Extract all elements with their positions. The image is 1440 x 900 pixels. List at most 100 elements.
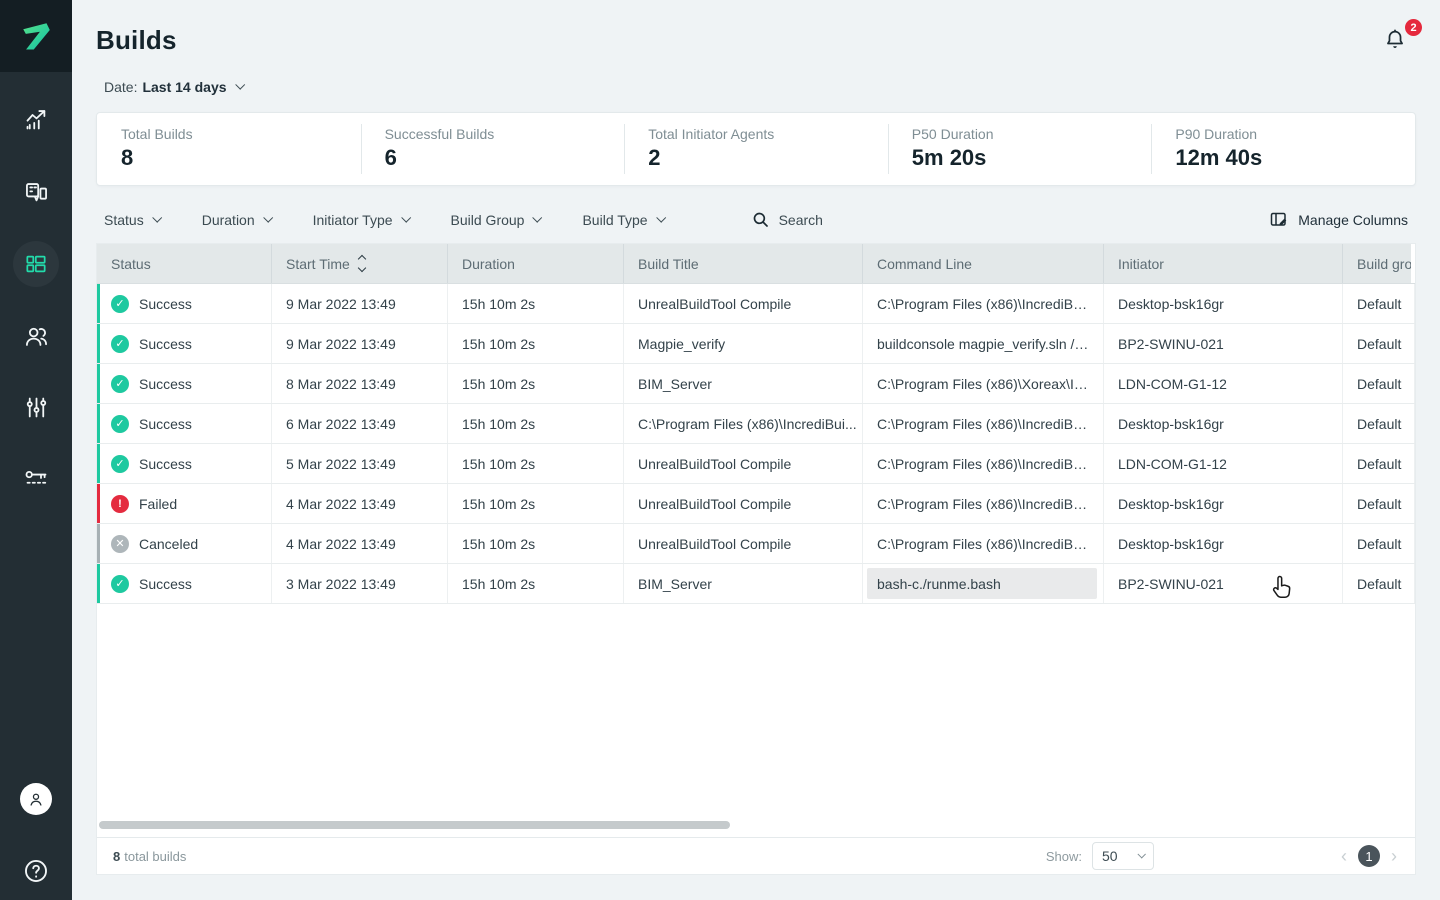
builds-dashboard: Builds 2 Date: Last 14 days Total Builds… bbox=[0, 0, 1440, 900]
column-header-duration[interactable]: Duration bbox=[448, 244, 624, 283]
notifications-button[interactable]: 2 bbox=[1382, 26, 1418, 60]
status-cell: ✓ Success bbox=[97, 444, 272, 483]
status-accent-bar bbox=[97, 444, 100, 483]
incredibuild-logo[interactable] bbox=[0, 0, 72, 72]
table-row[interactable]: ✓ Success 3 Mar 2022 13:49 15h 10m 2s BI… bbox=[97, 564, 1415, 604]
page-size-select[interactable]: 50 bbox=[1092, 842, 1154, 870]
status-label: Success bbox=[139, 336, 192, 352]
horizontal-scrollbar[interactable] bbox=[99, 821, 1413, 829]
filter-build-type-dropdown[interactable]: Build Type bbox=[582, 212, 663, 228]
table-footer: 8total builds Show: 50 ‹ 1 › bbox=[97, 837, 1415, 874]
sidebar-item-users[interactable] bbox=[0, 312, 72, 360]
date-filter-dropdown[interactable]: Date: Last 14 days bbox=[104, 79, 243, 95]
settings-sliders-icon bbox=[23, 394, 50, 421]
build-group-cell: Default bbox=[1343, 564, 1415, 603]
build-group-cell: Default bbox=[1343, 364, 1415, 403]
next-page-button[interactable]: › bbox=[1389, 847, 1399, 865]
status-accent-bar bbox=[97, 564, 100, 603]
initiator-cell: BP2-SWINU-021 bbox=[1104, 324, 1343, 363]
status-cell: ✓ Success bbox=[97, 284, 272, 323]
sidebar bbox=[0, 0, 72, 900]
status-icon: ✓ bbox=[111, 375, 129, 393]
status-icon: ✓ bbox=[111, 415, 129, 433]
stat-p50-duration: P50 Duration 5m 20s bbox=[888, 113, 1152, 185]
sidebar-item-license[interactable] bbox=[0, 454, 72, 502]
sidebar-item-analytics[interactable] bbox=[0, 95, 72, 143]
stat-total-builds: Total Builds 8 bbox=[97, 113, 361, 185]
search-label: Search bbox=[779, 212, 823, 228]
build-title-cell: Magpie_verify bbox=[624, 324, 863, 363]
chevron-down-icon bbox=[656, 213, 666, 223]
date-filter-value: Last 14 days bbox=[142, 79, 226, 95]
status-icon: ✓ bbox=[111, 295, 129, 313]
table-row[interactable]: ✓ Success 6 Mar 2022 13:49 15h 10m 2s C:… bbox=[97, 404, 1415, 444]
duration-cell: 15h 10m 2s bbox=[448, 284, 624, 323]
prev-page-button[interactable]: ‹ bbox=[1339, 847, 1349, 865]
status-cell: ✓ Success bbox=[97, 404, 272, 443]
status-cell: ✓ Success bbox=[97, 564, 272, 603]
build-title-cell: C:\Program Files (x86)\IncrediBui... bbox=[624, 404, 863, 443]
scrollbar-thumb[interactable] bbox=[99, 821, 730, 829]
initiator-cell: LDN-COM-G1-12 bbox=[1104, 364, 1343, 403]
column-header-initiator[interactable]: Initiator bbox=[1104, 244, 1343, 283]
status-icon: ✓ bbox=[111, 575, 129, 593]
build-group-cell: Default bbox=[1343, 444, 1415, 483]
initiator-cell: BP2-SWINU-021 bbox=[1104, 564, 1343, 603]
filter-initiator-type-dropdown[interactable]: Initiator Type bbox=[313, 212, 409, 228]
duration-cell: 15h 10m 2s bbox=[448, 444, 624, 483]
pagination: ‹ 1 › bbox=[1339, 845, 1399, 867]
status-accent-bar bbox=[97, 524, 100, 563]
sidebar-item-help[interactable] bbox=[0, 847, 72, 895]
table-row[interactable]: ✓ Success 9 Mar 2022 13:49 15h 10m 2s Un… bbox=[97, 284, 1415, 324]
column-header-status[interactable]: Status bbox=[97, 244, 272, 283]
filter-status-dropdown[interactable]: Status bbox=[104, 212, 160, 228]
chevron-down-icon bbox=[401, 213, 411, 223]
column-header-command-line[interactable]: Command Line bbox=[863, 244, 1104, 283]
sidebar-item-settings[interactable] bbox=[0, 383, 72, 431]
table-row[interactable]: ✕ Canceled 4 Mar 2022 13:49 15h 10m 2s U… bbox=[97, 524, 1415, 564]
build-group-cell: Default bbox=[1343, 524, 1415, 563]
column-header-start-time[interactable]: Start Time bbox=[272, 244, 448, 283]
build-title-cell: UnrealBuildTool Compile bbox=[624, 484, 863, 523]
status-cell: ✓ Success bbox=[97, 364, 272, 403]
status-icon: ! bbox=[111, 495, 129, 513]
filter-build-group-dropdown[interactable]: Build Group bbox=[451, 212, 541, 228]
start-time-cell: 9 Mar 2022 13:49 bbox=[272, 324, 448, 363]
command-line-value: C:\Program Files (x86)\IncrediBui... bbox=[877, 496, 1089, 512]
table-row[interactable]: ! Failed 4 Mar 2022 13:49 15h 10m 2s Unr… bbox=[97, 484, 1415, 524]
status-accent-bar bbox=[97, 364, 100, 403]
status-label: Failed bbox=[139, 496, 177, 512]
status-label: Success bbox=[139, 376, 192, 392]
column-header-build-group[interactable]: Build group bbox=[1343, 244, 1411, 283]
sidebar-item-profile[interactable] bbox=[0, 775, 72, 823]
sidebar-item-agents[interactable] bbox=[0, 168, 72, 216]
page-title: Builds bbox=[96, 25, 177, 56]
search-button[interactable]: Search bbox=[752, 211, 823, 229]
manage-columns-label: Manage Columns bbox=[1298, 212, 1408, 228]
table-row[interactable]: ✓ Success 8 Mar 2022 13:49 15h 10m 2s BI… bbox=[97, 364, 1415, 404]
filter-duration-dropdown[interactable]: Duration bbox=[202, 212, 271, 228]
license-key-icon bbox=[23, 465, 50, 492]
current-page-button[interactable]: 1 bbox=[1358, 845, 1380, 867]
column-header-build-title[interactable]: Build Title bbox=[624, 244, 863, 283]
build-group-cell: Default bbox=[1343, 404, 1415, 443]
page-size-group: Show: 50 bbox=[1046, 842, 1154, 870]
status-accent-bar bbox=[97, 484, 100, 523]
status-icon: ✕ bbox=[111, 535, 129, 553]
build-title-cell: BIM_Server bbox=[624, 564, 863, 603]
table-row[interactable]: ✓ Success 9 Mar 2022 13:49 15h 10m 2s Ma… bbox=[97, 324, 1415, 364]
table-body: ✓ Success 9 Mar 2022 13:49 15h 10m 2s Un… bbox=[97, 284, 1415, 604]
start-time-cell: 9 Mar 2022 13:49 bbox=[272, 284, 448, 323]
table-row[interactable]: ✓ Success 5 Mar 2022 13:49 15h 10m 2s Un… bbox=[97, 444, 1415, 484]
notification-badge: 2 bbox=[1405, 19, 1422, 36]
status-icon: ✓ bbox=[111, 335, 129, 353]
sidebar-item-builds[interactable] bbox=[0, 240, 72, 288]
avatar-icon bbox=[20, 783, 52, 815]
command-line-cell: C:\Program Files (x86)\Xoreax\In... bbox=[863, 364, 1104, 403]
stat-total-initiator-agents: Total Initiator Agents 2 bbox=[624, 113, 888, 185]
status-label: Success bbox=[139, 576, 192, 592]
build-title-cell: UnrealBuildTool Compile bbox=[624, 284, 863, 323]
status-cell: ✓ Success bbox=[97, 324, 272, 363]
manage-columns-button[interactable]: Manage Columns bbox=[1269, 210, 1416, 230]
initiator-cell: Desktop-bsk16gr bbox=[1104, 484, 1343, 523]
